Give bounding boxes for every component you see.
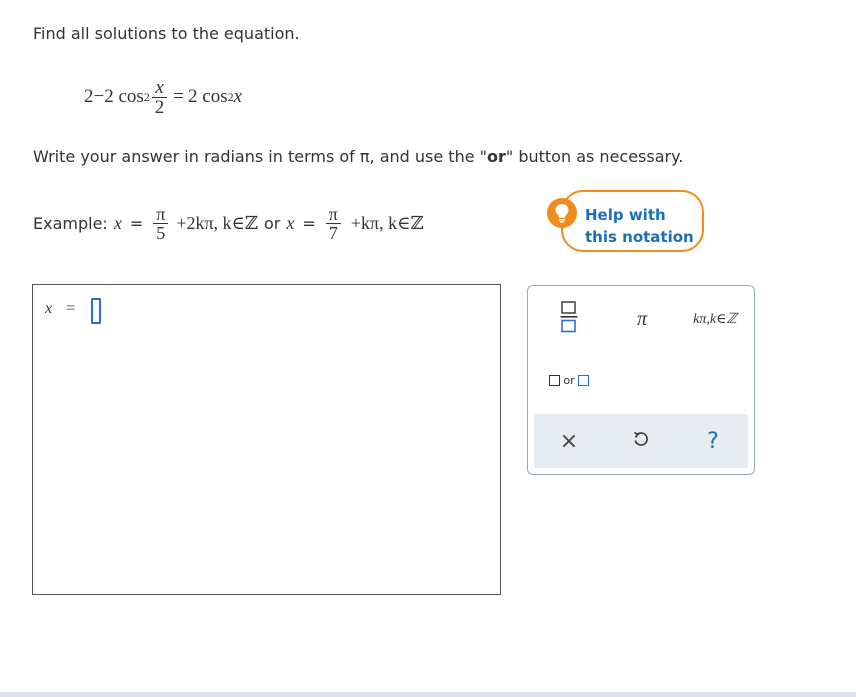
equation-fraction: x 2: [151, 76, 168, 117]
equation-frac-num: x: [155, 76, 164, 98]
write-bold-or: or: [487, 147, 506, 166]
answer-format-instruction: Write your answer in radians in terms of…: [33, 147, 683, 166]
or-right-box-icon: [577, 374, 589, 386]
help-label-line1: Help with: [585, 206, 666, 224]
lightbulb-icon: [547, 198, 577, 228]
example-or: or: [264, 213, 281, 233]
close-icon: ×: [559, 428, 579, 454]
or-label: or: [563, 373, 575, 387]
write-suffix: " button as necessary.: [505, 147, 684, 166]
answer-input-area[interactable]: [32, 284, 501, 595]
equation: 2−2 cos 2 x 2 = 2 cos 2 x: [84, 74, 242, 120]
example-frac1: π 5: [153, 203, 169, 242]
fraction-icon: [560, 301, 578, 337]
example-line: Example: x = π 5 +2kπ, k∈ℤ or x = π 7 +k…: [33, 196, 424, 250]
equation-rhs-coef: 2 cos: [188, 86, 228, 107]
equation-lhs-power: 2: [143, 89, 150, 104]
answer-input-field[interactable]: [91, 298, 101, 324]
equation-frac-den: 2: [151, 96, 168, 117]
example-term1: +2kπ, k∈ℤ: [176, 212, 259, 233]
undo-icon: [632, 430, 650, 452]
help-label-line2: this notation: [585, 228, 694, 246]
example-frac2-num: π: [328, 203, 338, 224]
pi-button[interactable]: π: [624, 302, 660, 336]
kpi-integer-button[interactable]: kπ,k∈ℤ: [680, 302, 750, 336]
fraction-button[interactable]: [554, 300, 584, 338]
example-frac2-den: 7: [325, 222, 341, 242]
example-eq2: =: [302, 213, 316, 233]
answer-var: x: [45, 300, 53, 317]
equation-equals: =: [173, 86, 185, 107]
question-instruction: Find all solutions to the equation.: [33, 24, 300, 43]
or-left-box-icon: [549, 374, 561, 386]
example-frac1-den: 5: [153, 222, 169, 242]
equation-rhs-var: x: [233, 86, 243, 107]
or-button[interactable]: or: [544, 368, 594, 392]
example-frac1-num: π: [156, 203, 166, 224]
clear-button[interactable]: ×: [552, 424, 586, 458]
equation-lhs-prefix: 2−2 cos: [84, 86, 144, 107]
answer-equals: =: [66, 300, 76, 317]
example-eq1: =: [129, 213, 144, 233]
answer-prefix: x =: [45, 300, 75, 318]
help-notation-button[interactable]: Help with this notation: [547, 190, 704, 252]
example-frac2: π 7: [325, 203, 341, 242]
question-mark-icon: ?: [707, 428, 719, 454]
bottom-divider: [0, 692, 856, 697]
example-var1: x: [113, 212, 122, 233]
undo-button[interactable]: [624, 424, 658, 458]
example-term2: +kπ, k∈ℤ: [350, 212, 424, 233]
palette-help-button[interactable]: ?: [696, 424, 730, 458]
example-var2: x: [286, 212, 295, 233]
example-label: Example:: [33, 213, 108, 233]
write-prefix: Write your answer in radians in terms of…: [33, 147, 487, 166]
